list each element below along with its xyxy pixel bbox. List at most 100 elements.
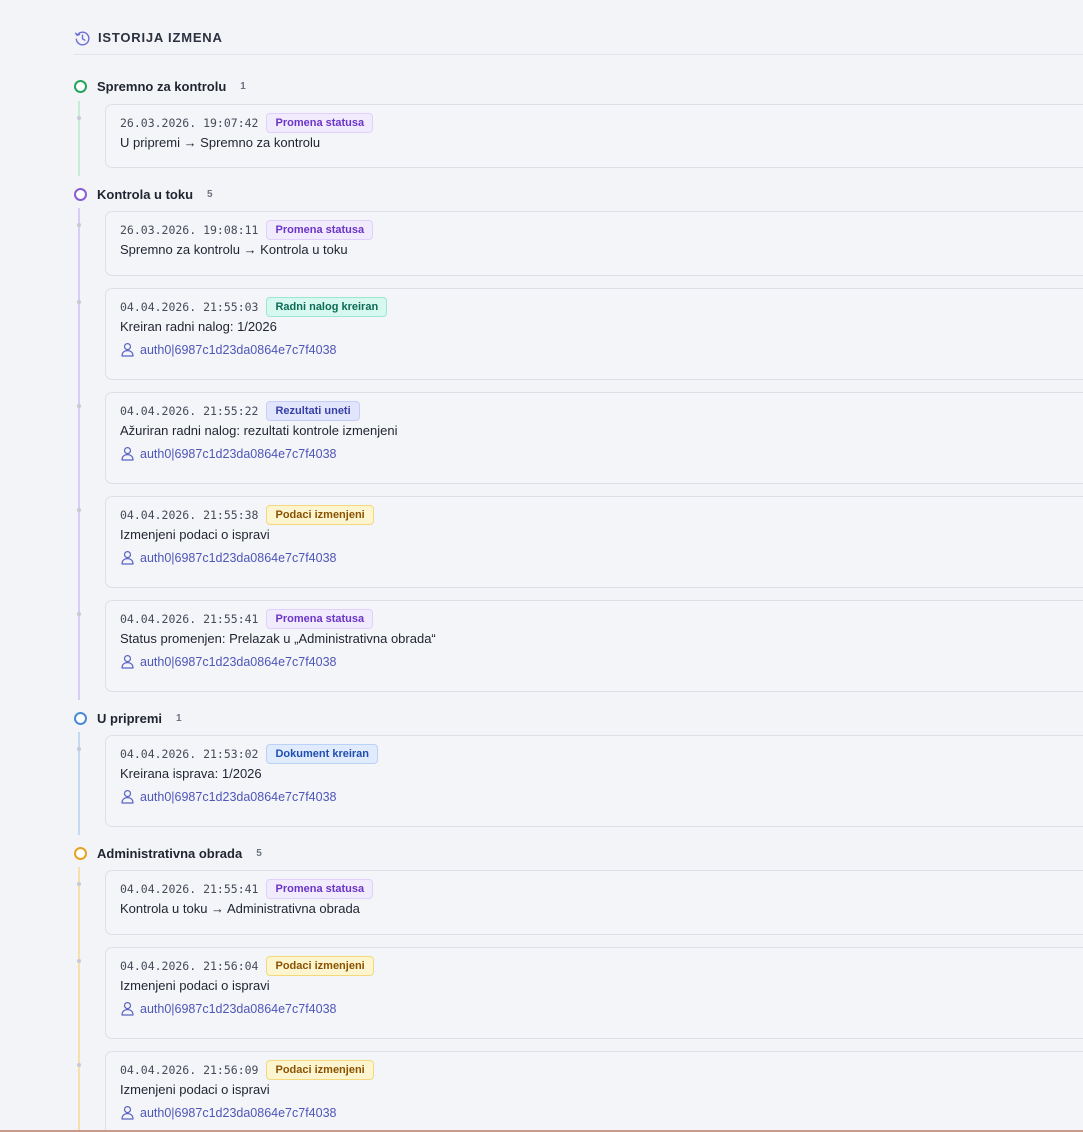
status-group-name: U pripremi (97, 710, 163, 726)
entry-timestamp: 04.04.2026. 21:55:22 (120, 404, 259, 418)
timeline-rail (78, 208, 80, 700)
entry-timestamp: 04.04.2026. 21:55:38 (120, 508, 259, 522)
status-group-name: Administrativna obrada (97, 845, 243, 861)
entry-description: Izmenjeni podaci o ispravi (120, 527, 270, 542)
status-dot (74, 846, 87, 860)
timeline-tick (77, 223, 81, 227)
entry-description: Spremno za kontrolu → Kontrola u toku (120, 242, 348, 257)
event-type-badge: Promena statusa (266, 220, 374, 240)
event-type-badge: Promena statusa (266, 113, 374, 133)
history-entry-card: 04.04.2026. 21:53:02 Dokument kreiran Krei… (105, 735, 1083, 827)
entry-timestamp: 04.04.2026. 21:55:41 (120, 612, 259, 626)
history-entry-card: 04.04.2026. 21:56:09 Podaci izmenjeni Izme… (105, 1051, 1083, 1132)
history-entry-card: 26.03.2026. 19:07:42 Promena statusa U pri… (105, 104, 1083, 168)
history-icon (74, 30, 91, 47)
entry-user[interactable]: auth0|6987c1d23da0864e7c7f4038 (120, 654, 337, 669)
entry-description: Ažuriran radni nalog: rezultati kontrole… (120, 423, 398, 438)
user-id-link[interactable]: auth0|6987c1d23da0864e7c7f4038 (140, 1002, 337, 1016)
status-dot (74, 187, 87, 201)
event-type-badge: Rezultati uneti (266, 401, 360, 421)
user-icon (120, 789, 135, 804)
event-type-badge: Podaci izmenjeni (266, 956, 374, 976)
status-group-count: 5 (256, 847, 262, 859)
status-dot (74, 79, 87, 93)
timeline-tick (77, 116, 81, 120)
entry-timestamp: 04.04.2026. 21:56:04 (120, 959, 259, 973)
user-icon (120, 1001, 135, 1016)
event-type-badge: Radni nalog kreiran (266, 297, 388, 317)
event-type-badge: Promena statusa (266, 609, 374, 629)
timeline-tick (77, 959, 81, 963)
status-group-header[interactable]: Spremno za kontrolu 1 (74, 78, 246, 94)
status-dot (74, 711, 87, 725)
section-header: ISTORIJA IZMENA (74, 26, 1083, 55)
entry-description: Kontrola u toku → Administrativna obrada (120, 901, 360, 916)
timeline-rail (78, 101, 80, 176)
event-type-badge: Dokument kreiran (266, 744, 379, 764)
entry-user[interactable]: auth0|6987c1d23da0864e7c7f4038 (120, 1105, 337, 1120)
section-title: ISTORIJA IZMENA (98, 29, 223, 45)
timeline-tick (77, 404, 81, 408)
user-icon (120, 550, 135, 565)
history-entry-card: 04.04.2026. 21:55:38 Podaci izmenjeni Izme… (105, 496, 1083, 588)
history-entry-card: 04.04.2026. 21:55:41 Promena statusa Statu… (105, 600, 1083, 692)
user-id-link[interactable]: auth0|6987c1d23da0864e7c7f4038 (140, 447, 337, 461)
history-entry-card: 04.04.2026. 21:55:03 Radni nalog kreiran K… (105, 288, 1083, 380)
timeline-tick (77, 612, 81, 616)
history-entry-card: 26.03.2026. 19:08:11 Promena statusa Sprem… (105, 211, 1083, 276)
timeline-tick (77, 508, 81, 512)
history-entry-card: 04.04.2026. 21:56:04 Podaci izmenjeni Izme… (105, 947, 1083, 1039)
history-entry-card: 04.04.2026. 21:55:22 Rezultati uneti Ažuri… (105, 392, 1083, 484)
user-id-link[interactable]: auth0|6987c1d23da0864e7c7f4038 (140, 790, 337, 804)
user-icon (120, 342, 135, 357)
entry-timestamp: 26.03.2026. 19:08:11 (120, 223, 259, 237)
event-type-badge: Podaci izmenjeni (266, 1060, 374, 1080)
status-group-name: Kontrola u toku (97, 186, 194, 202)
entry-user[interactable]: auth0|6987c1d23da0864e7c7f4038 (120, 1001, 337, 1016)
timeline-tick (77, 300, 81, 304)
entry-meta: 04.04.2026. 21:55:38 Podaci izmenjeni (120, 505, 374, 525)
user-id-link[interactable]: auth0|6987c1d23da0864e7c7f4038 (140, 655, 337, 669)
entry-meta: 04.04.2026. 21:56:04 Podaci izmenjeni (120, 956, 374, 976)
status-group-header[interactable]: Kontrola u toku 5 (74, 186, 213, 202)
entry-description: Status promenjen: Prelazak u „Administra… (120, 631, 436, 646)
entry-timestamp: 04.04.2026. 21:53:02 (120, 747, 259, 761)
entry-timestamp: 26.03.2026. 19:07:42 (120, 116, 259, 130)
entry-meta: 04.04.2026. 21:55:03 Radni nalog kreiran (120, 297, 388, 317)
entry-meta: 04.04.2026. 21:55:41 Promena statusa (120, 879, 374, 899)
timeline-rail (78, 867, 80, 1132)
entry-user[interactable]: auth0|6987c1d23da0864e7c7f4038 (120, 789, 337, 804)
entry-user[interactable]: auth0|6987c1d23da0864e7c7f4038 (120, 342, 337, 357)
history-panel: ISTORIJA IZMENA Spremno za kontrolu 1 26.0… (0, 0, 1083, 1132)
user-icon (120, 446, 135, 461)
entry-meta: 04.04.2026. 21:55:41 Promena statusa (120, 609, 374, 629)
user-id-link[interactable]: auth0|6987c1d23da0864e7c7f4038 (140, 343, 337, 357)
status-group-count: 5 (207, 188, 213, 200)
entry-description: Izmenjeni podaci o ispravi (120, 1082, 270, 1097)
status-group-header[interactable]: Administrativna obrada 5 (74, 845, 262, 861)
event-type-badge: Podaci izmenjeni (266, 505, 374, 525)
timeline-tick (77, 747, 81, 751)
user-icon (120, 1105, 135, 1120)
history-entry-card: 04.04.2026. 21:55:41 Promena statusa Kontr… (105, 870, 1083, 935)
entry-meta: 26.03.2026. 19:07:42 Promena statusa (120, 113, 374, 133)
entry-meta: 04.04.2026. 21:56:09 Podaci izmenjeni (120, 1060, 374, 1080)
event-type-badge: Promena statusa (266, 879, 374, 899)
user-icon (120, 654, 135, 669)
entry-description: Izmenjeni podaci o ispravi (120, 978, 270, 993)
status-group-count: 1 (240, 80, 246, 92)
entry-description: Kreirana isprava: 1/2026 (120, 766, 262, 781)
user-id-link[interactable]: auth0|6987c1d23da0864e7c7f4038 (140, 551, 337, 565)
timeline-tick (77, 1063, 81, 1067)
entry-user[interactable]: auth0|6987c1d23da0864e7c7f4038 (120, 446, 337, 461)
timeline-tick (77, 882, 81, 886)
entry-timestamp: 04.04.2026. 21:55:03 (120, 300, 259, 314)
entry-description: Kreiran radni nalog: 1/2026 (120, 319, 277, 334)
entry-timestamp: 04.04.2026. 21:55:41 (120, 882, 259, 896)
status-group-header[interactable]: U pripremi 1 (74, 710, 182, 726)
status-group-count: 1 (176, 712, 182, 724)
status-group-name: Spremno za kontrolu (97, 78, 227, 94)
entry-description: U pripremi → Spremno za kontrolu (120, 135, 321, 150)
entry-user[interactable]: auth0|6987c1d23da0864e7c7f4038 (120, 550, 337, 565)
user-id-link[interactable]: auth0|6987c1d23da0864e7c7f4038 (140, 1106, 337, 1120)
